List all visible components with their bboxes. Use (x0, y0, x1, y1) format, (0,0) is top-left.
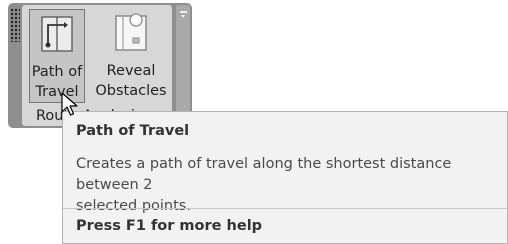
tooltip-help-hint: Press F1 for more help (76, 218, 263, 234)
reveal-obstacles-button[interactable]: Reveal Obstacles (95, 9, 167, 103)
panel-expander[interactable] (176, 5, 190, 126)
reveal-obstacles-label: Reveal Obstacles (95, 63, 167, 99)
tooltip-title: Path of Travel (76, 123, 190, 139)
mouse-pointer-icon (61, 92, 78, 116)
tooltip-divider (63, 208, 507, 209)
tooltip: Path of Travel Creates a path of travel … (62, 111, 508, 244)
reveal-obstacles-icon (115, 13, 147, 51)
chevron-down-icon (180, 11, 187, 18)
path-of-travel-button[interactable]: Path of Travel (29, 9, 85, 103)
path-of-travel-icon (41, 16, 73, 52)
ribbon-panel: Path of Travel Reveal Obstacles Route An… (8, 3, 192, 128)
drag-grip-handle[interactable] (10, 8, 20, 42)
